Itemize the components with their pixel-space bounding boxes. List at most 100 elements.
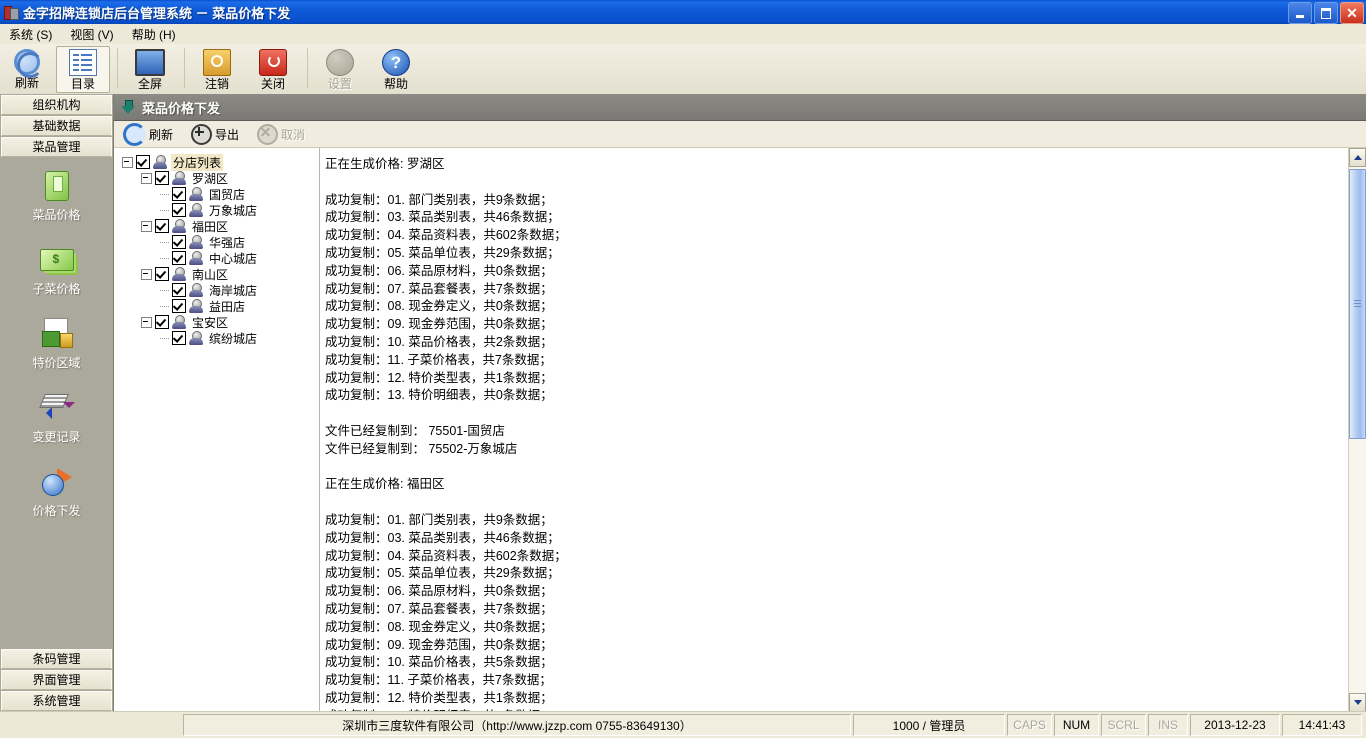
tree-node[interactable]: 罗湖区 — [114, 170, 319, 186]
content-button-label: 取消 — [281, 127, 306, 142]
toolbar-button-refresh[interactable]: 刷新 — [0, 46, 54, 93]
sidebar-group-system-mgmt[interactable]: 系统管理 — [1, 691, 112, 711]
menu-item-view[interactable]: 视图 (V) — [61, 24, 122, 45]
sidebar-item-price-publish[interactable]: 价格下发 — [0, 454, 113, 528]
sidebar-item-dish-price[interactable]: 菜品价格 — [0, 158, 113, 232]
log-line: 成功复制：10. 菜品价格表，共2条数据； — [325, 334, 553, 349]
status-spacer-left — [1, 715, 181, 735]
scroll-down-button[interactable] — [1349, 693, 1366, 712]
tree-checkbox[interactable] — [155, 171, 169, 185]
sidebar-item-special-price-area[interactable]: 特价区域 — [0, 306, 113, 380]
fullscreen-icon — [135, 49, 165, 76]
tree-line-icon — [160, 209, 169, 211]
status-company: 深圳市三度软件有限公司（http://www.jzzp.com 0755-836… — [183, 714, 851, 736]
tree-checkbox[interactable] — [155, 219, 169, 233]
sidebar-item-change-log[interactable]: 变更记录 — [0, 380, 113, 454]
sidebar-group-organization[interactable]: 组织机构 — [1, 95, 112, 115]
scroll-up-button[interactable] — [1349, 148, 1366, 167]
toolbar-label: 关闭 — [260, 77, 285, 91]
tree-node[interactable]: 海岸城店 — [114, 282, 319, 298]
sidebar-group-ui-mgmt[interactable]: 界面管理 — [1, 670, 112, 690]
tree-expander-icon[interactable] — [141, 220, 152, 232]
tree-checkbox[interactable] — [155, 267, 169, 281]
restore-button[interactable] — [1314, 2, 1338, 24]
content-refresh-button[interactable]: 刷新 — [119, 121, 177, 148]
tree-expander-icon[interactable] — [122, 156, 133, 168]
tree-node[interactable]: 中心城店 — [114, 250, 319, 266]
menu-item-help[interactable]: 帮助 (H) — [123, 24, 185, 45]
tree-checkbox[interactable] — [155, 315, 169, 329]
key-icon — [203, 49, 231, 76]
toolbar-separator — [117, 48, 118, 88]
status-ins: INS — [1148, 714, 1188, 736]
tree-line-icon — [160, 193, 169, 195]
tree-node-label: 罗湖区 — [192, 171, 229, 186]
tree-checkbox[interactable] — [172, 331, 186, 345]
chevron-up-icon — [1353, 155, 1362, 160]
tree-checkbox[interactable] — [172, 187, 186, 201]
log-line: 成功复制：03. 菜品类别表，共46条数据； — [325, 530, 560, 545]
refresh-icon — [123, 122, 146, 146]
tree-checkbox[interactable] — [172, 235, 186, 249]
server-icon — [3, 4, 19, 20]
sidebar-item-label: 变更记录 — [32, 429, 81, 444]
tree-checkbox[interactable] — [172, 283, 186, 297]
tree-node[interactable]: 福田区 — [114, 218, 319, 234]
scroll-thumb[interactable] — [1349, 169, 1366, 439]
tree-checkbox[interactable] — [172, 299, 186, 313]
sidebar-item-label: 子菜价格 — [32, 281, 81, 296]
toolbar-separator — [307, 48, 308, 88]
tree-checkbox[interactable] — [136, 155, 150, 169]
sidebar-items: 菜品价格 子菜价格 特价区域 变更记录 — [0, 158, 113, 649]
tree-node[interactable]: 益田店 — [114, 298, 319, 314]
tree-node[interactable]: 分店列表 — [114, 153, 319, 171]
toolbar-button-help[interactable]: ? 帮助 — [369, 46, 423, 93]
toolbar-button-close[interactable]: 关闭 — [246, 46, 300, 93]
log-line: 成功复制：12. 特价类型表，共1条数据； — [325, 690, 553, 705]
sidebar-item-label: 特价区域 — [32, 355, 81, 370]
branch-user-icon — [171, 267, 187, 281]
tree-expander-icon[interactable] — [141, 172, 152, 184]
tree-expander-icon[interactable] — [141, 316, 152, 328]
tree-checkbox[interactable] — [172, 203, 186, 217]
tree-expander-icon[interactable] — [141, 268, 152, 280]
menu-item-system[interactable]: 系统 (S) — [0, 24, 61, 45]
content-export-button[interactable]: 导出 — [187, 122, 243, 147]
minimize-button[interactable] — [1288, 2, 1312, 24]
toolbar-button-logout[interactable]: 注销 — [190, 46, 244, 93]
tree-node[interactable]: 南山区 — [114, 266, 319, 282]
tree-node[interactable]: 万象城店 — [114, 202, 319, 218]
branch-user-icon — [171, 171, 187, 185]
tree-node-label: 万象城店 — [209, 203, 258, 218]
log-vertical-scrollbar[interactable] — [1348, 148, 1366, 712]
change-log-icon — [38, 390, 75, 424]
sidebar-group-barcode-mgmt[interactable]: 条码管理 — [1, 649, 112, 669]
sidebar-group-basic-data[interactable]: 基础数据 — [1, 116, 112, 136]
sidebar-group-dish-mgmt[interactable]: 菜品管理 — [1, 137, 112, 157]
toolbar-button-fullscreen[interactable]: 全屏 — [123, 46, 177, 93]
sidebar-item-sub-dish-price[interactable]: 子菜价格 — [0, 232, 113, 306]
tree-checkbox[interactable] — [172, 251, 186, 265]
toolbar-label: 目录 — [70, 77, 95, 91]
branch-tree[interactable]: 分店列表 罗湖区 国贸店 万象城店 福田区 华强店 中心城店 南山区 海岸城店 益田店 宝安区 缤纷城… — [114, 148, 320, 712]
tree-node[interactable]: 华强店 — [114, 234, 319, 250]
sidebar-item-label: 菜品价格 — [32, 207, 81, 222]
tree-line-icon — [160, 337, 169, 339]
publish-icon — [39, 464, 75, 498]
tree-node[interactable]: 国贸店 — [114, 186, 319, 202]
tree-node[interactable]: 缤纷城店 — [114, 330, 319, 346]
cancel-icon — [257, 123, 279, 145]
branch-user-icon — [152, 155, 168, 169]
scroll-track[interactable] — [1349, 167, 1366, 693]
tree-node[interactable]: 宝安区 — [114, 314, 319, 330]
toolbar-label: 设置 — [327, 77, 352, 91]
tree-node-label: 中心城店 — [209, 251, 258, 266]
toolbar-button-catalog[interactable]: 目录 — [56, 46, 110, 93]
tree-node-label: 华强店 — [209, 235, 246, 250]
log-area: 正在生成价格: 罗湖区 成功复制：01. 部门类别表，共9条数据； 成功复制：03… — [320, 148, 1366, 712]
close-button[interactable]: ✕ — [1340, 2, 1364, 24]
toolbar-label: 全屏 — [137, 77, 162, 91]
status-num: NUM — [1054, 714, 1099, 736]
